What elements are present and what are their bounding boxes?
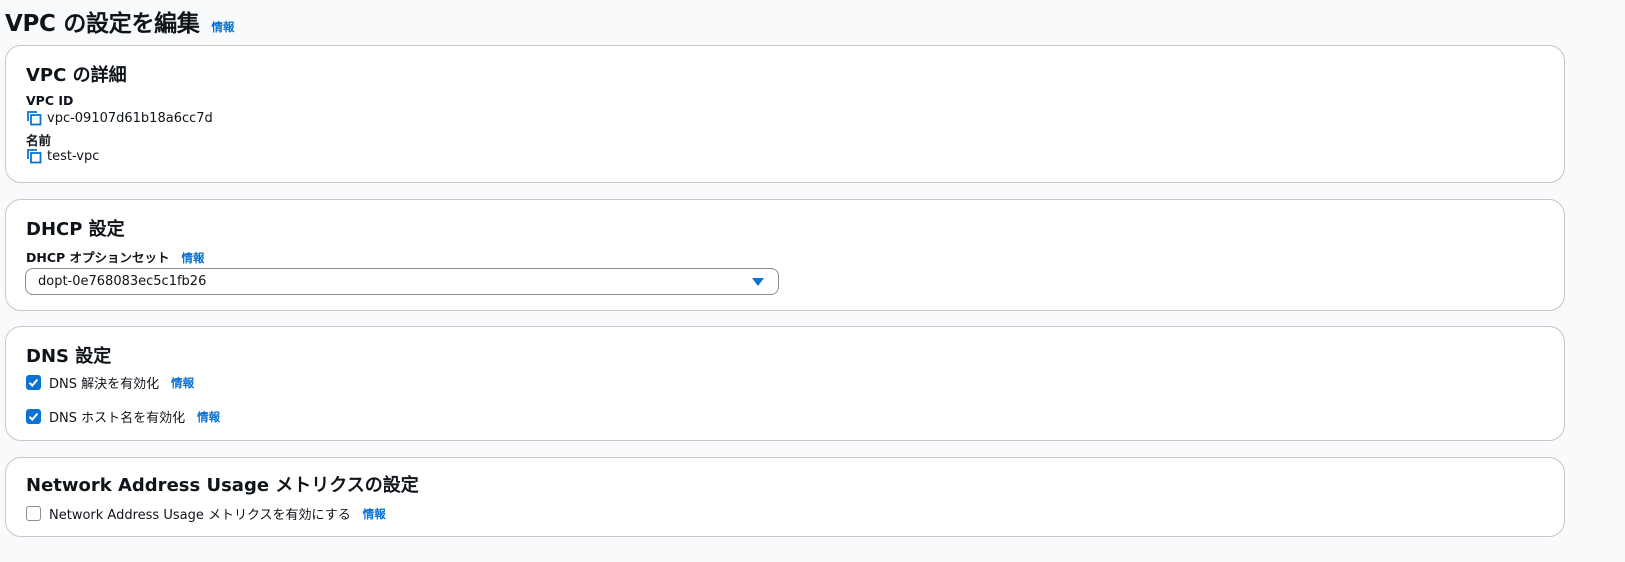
dhcp-info-link[interactable]: 情報 bbox=[182, 250, 205, 266]
vpc-id-row: vpc-09107d61b18a6cc7d bbox=[26, 110, 213, 126]
checkmark-icon bbox=[28, 412, 39, 421]
nau-metrics-panel: Network Address Usage メトリクスの設定 Network A… bbox=[5, 457, 1565, 537]
nau-enable-checkbox[interactable] bbox=[26, 506, 41, 521]
nau-enable-row: Network Address Usage メトリクスを有効にする 情報 bbox=[26, 504, 386, 523]
checkmark-icon bbox=[28, 378, 39, 387]
dns-hostnames-info-link[interactable]: 情報 bbox=[197, 409, 220, 425]
dns-hostnames-checkbox[interactable] bbox=[26, 409, 41, 424]
vpc-id-label: VPC ID bbox=[26, 93, 73, 108]
nau-enable-label[interactable]: Network Address Usage メトリクスを有効にする bbox=[49, 504, 351, 523]
vpc-details-title: VPC の詳細 bbox=[26, 65, 127, 86]
dhcp-option-set-value: dopt-0e768083ec5c1fb26 bbox=[38, 274, 207, 289]
vpc-details-panel: VPC の詳細 VPC ID vpc-09107d61b18a6cc7d 名前 … bbox=[5, 45, 1565, 183]
dns-settings-title: DNS 設定 bbox=[26, 346, 112, 367]
dhcp-settings-title: DHCP 設定 bbox=[26, 219, 125, 240]
name-row: test-vpc bbox=[26, 148, 99, 164]
page-title: VPC の設定を編集 bbox=[5, 11, 200, 37]
vpc-id-label-text: VPC ID bbox=[26, 93, 74, 108]
name-label-text: 名前 bbox=[26, 133, 52, 148]
dns-resolution-info-link[interactable]: 情報 bbox=[171, 375, 194, 391]
vpc-id-value: vpc-09107d61b18a6cc7d bbox=[47, 110, 213, 126]
dns-settings-panel: DNS 設定 DNS 解決を有効化 情報 DNS ホスト名を有効化 情報 bbox=[5, 326, 1565, 441]
name-value: test-vpc bbox=[47, 148, 100, 164]
dhcp-option-set-label: DHCP オプションセット 情報 bbox=[26, 247, 205, 266]
dns-hostnames-row: DNS ホスト名を有効化 情報 bbox=[26, 407, 220, 426]
page-info-link[interactable]: 情報 bbox=[212, 19, 235, 35]
dhcp-settings-panel: DHCP 設定 DHCP オプションセット 情報 dopt-0e768083ec… bbox=[5, 199, 1565, 311]
copy-icon[interactable] bbox=[26, 148, 42, 164]
dns-resolution-label[interactable]: DNS 解決を有効化 bbox=[49, 373, 159, 392]
nau-metrics-title: Network Address Usage メトリクスの設定 bbox=[26, 475, 419, 496]
dns-resolution-checkbox[interactable] bbox=[26, 375, 41, 390]
copy-icon[interactable] bbox=[26, 110, 42, 126]
page-header: VPC の設定を編集 情報 bbox=[5, 4, 235, 38]
dns-resolution-row: DNS 解決を有効化 情報 bbox=[26, 373, 194, 392]
dhcp-option-set-label-text: DHCP オプションセット bbox=[26, 250, 170, 265]
name-label: 名前 bbox=[26, 130, 51, 149]
dns-hostnames-label[interactable]: DNS ホスト名を有効化 bbox=[49, 407, 185, 426]
dhcp-option-set-select[interactable]: dopt-0e768083ec5c1fb26 bbox=[25, 268, 779, 295]
nau-info-link[interactable]: 情報 bbox=[363, 506, 386, 522]
caret-down-icon bbox=[752, 278, 764, 286]
